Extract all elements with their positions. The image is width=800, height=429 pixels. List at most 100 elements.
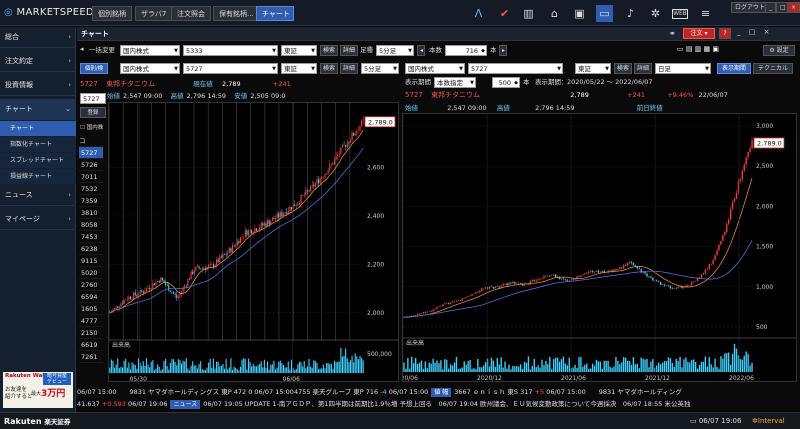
period-mode-select[interactable]: 本数指定 ▼	[434, 77, 476, 88]
tab-holdings[interactable]: 保有銘柄...	[213, 6, 260, 21]
code-list-item[interactable]: 5726	[79, 159, 103, 171]
web-icon[interactable]: WEB	[672, 9, 688, 19]
right-market-select[interactable]: 国内株式 ▼	[405, 63, 465, 74]
home-icon[interactable]: ⌂	[546, 5, 563, 22]
flag-icon[interactable]: ✔	[496, 5, 513, 22]
left-market-select[interactable]: 国内株式 ▼	[120, 63, 180, 74]
news-ticker[interactable]: 41.637 +0.593 06/07 19:06 ニュース 06/07 19:05…	[77, 398, 800, 410]
logout-button[interactable]: ログアウト	[731, 2, 770, 13]
candle-body	[281, 212, 283, 216]
right-foot-select[interactable]: 日足 ▼	[655, 63, 711, 74]
sidebar-item-investment-info[interactable]: 投資情報 ›	[0, 75, 76, 96]
code-list-item[interactable]: 3810	[79, 207, 103, 219]
register-button[interactable]: 登録	[80, 107, 106, 118]
volume-bar	[455, 356, 458, 372]
window-controls[interactable]: _ □ ×	[737, 28, 772, 36]
left-foot-select[interactable]: 5分足 ▼	[361, 63, 399, 74]
code-list-item[interactable]: 2150	[79, 327, 103, 339]
volume-bar	[551, 369, 553, 372]
candle-body	[324, 173, 326, 178]
pulse-icon[interactable]: ᐱ	[470, 5, 487, 22]
exchange-select[interactable]: 東証 ▼	[281, 45, 317, 56]
right-search-button[interactable]: 検索	[614, 63, 632, 74]
foot-select[interactable]: 5分足 ▼	[376, 45, 414, 56]
tab-order-inquiry[interactable]: 注文照会	[171, 6, 211, 21]
help-button[interactable]: ?	[719, 28, 731, 39]
right-count-input[interactable]: 500 ◆	[492, 77, 520, 88]
menu-icon[interactable]: ≡	[697, 5, 714, 22]
tab-zaraba[interactable]: ザラバ7	[135, 6, 173, 21]
close-button[interactable]: ×	[787, 2, 800, 13]
tab-individual-search[interactable]: 個別/検	[80, 63, 108, 74]
code-list-item[interactable]: 4777	[79, 315, 103, 327]
volume-bar	[562, 356, 565, 372]
order-button[interactable]: 注文 ▾	[683, 28, 715, 39]
right-code-select[interactable]: 5727 ▼	[468, 63, 563, 74]
code-list-item[interactable]: 6238	[79, 243, 103, 255]
right-exchange-select[interactable]: 東証 ▼	[575, 63, 611, 74]
layout-toggle-icons[interactable]: ▭ ▤ ▥ ▦ ▣	[677, 45, 719, 53]
settings-button[interactable]: ⚙ 設定	[763, 45, 795, 56]
left-detail-button[interactable]: 詳細	[340, 63, 358, 74]
code-input[interactable]: 5727	[80, 93, 106, 104]
prev-button[interactable]: ◂	[417, 45, 425, 56]
code-list-item[interactable]: 7453	[79, 231, 103, 243]
tab-chart[interactable]: チャート	[256, 6, 294, 21]
y-tick-label: 3,000	[756, 123, 773, 130]
volume-bar	[329, 364, 331, 373]
sidebar-item-orders[interactable]: 注文約定 ›	[0, 51, 76, 72]
sidebar-subitem-chart[interactable]: チャート	[0, 121, 76, 136]
code-list-item[interactable]: 6619	[79, 339, 103, 351]
left-chart-panel[interactable]: 2,600 2,400 2,200 2,000 出来高 500,000 05/30 06/06…	[108, 102, 399, 382]
sidebar-item-news[interactable]: ニュース ›	[0, 185, 76, 206]
chart-icon[interactable]: ▥	[520, 5, 537, 22]
code-list-item[interactable]: 6594	[79, 291, 103, 303]
sidebar-subitem-spread-chart[interactable]: スプレッドチャート	[0, 153, 76, 168]
sidebar-item-mypage[interactable]: マイページ ›	[0, 209, 76, 230]
domestic-checkbox[interactable]: ☐ 国内株	[80, 123, 106, 133]
left-code-select[interactable]: 5727 ▼	[183, 63, 278, 74]
code-list-item[interactable]: 7359	[79, 195, 103, 207]
code-select[interactable]: 5333 ▼	[183, 45, 278, 56]
sidebar-item-overview[interactable]: 総合 ›	[0, 27, 76, 48]
code-list-item[interactable]: 7261	[79, 351, 103, 363]
market-select[interactable]: 国内株式 ▼	[120, 45, 180, 56]
right-price-chart[interactable]: 3,000 2,500 2,000 1,500 1,000 500 出来高 2020/06 20…	[403, 114, 797, 382]
count-input[interactable]: 716 ◆	[445, 45, 487, 56]
tab-individual-stock[interactable]: 個別銘柄	[92, 6, 132, 21]
left-exchange-select[interactable]: 東証 ▼	[281, 63, 317, 74]
search-button[interactable]: 検索	[320, 45, 338, 56]
volume-bar	[310, 366, 312, 373]
back-arrow-icon[interactable]: ◂	[80, 45, 84, 53]
code-list-item[interactable]: 8058	[79, 219, 103, 231]
wallet-ad-banner[interactable]: Rakuten Wallet 暗号資産 デビュー お友達を 紹介すると 最大 3万円	[3, 372, 73, 408]
code-list-item[interactable]: 2760	[79, 279, 103, 291]
code-list-item[interactable]: 7011	[79, 171, 103, 183]
interval-indicator[interactable]: ✲Interval	[752, 417, 785, 425]
left-price-chart[interactable]: 2,600 2,400 2,200 2,000 出来高 500,000 05/30 06/06…	[109, 103, 399, 382]
code-list-item[interactable]: 5020	[79, 267, 103, 279]
code-list-item[interactable]: 7532	[79, 183, 103, 195]
code-list-item[interactable]: 1605	[79, 303, 103, 315]
minimize-button[interactable]: _	[765, 2, 776, 13]
candle-body	[533, 280, 535, 282]
code-list-item[interactable]: 9115	[79, 255, 103, 267]
next-button[interactable]: ▸	[499, 45, 507, 56]
code-list-item[interactable]: 5727	[79, 147, 103, 159]
display-period-button[interactable]: 表示期間	[717, 63, 751, 74]
gear-icon[interactable]: ✲	[647, 5, 664, 22]
technical-button[interactable]: テクニカル	[753, 63, 793, 74]
order-panel-icon[interactable]: ▭	[596, 5, 613, 22]
left-search-button[interactable]: 検索	[320, 63, 338, 74]
link-icon[interactable]: ⚭	[669, 29, 676, 38]
window-icon[interactable]: ▣	[571, 5, 588, 22]
bell-icon[interactable]: ♪	[622, 5, 639, 22]
price-ticker[interactable]: 06/07 15:00 9831 ヤマダホールディングス 東P 472 0 06…	[77, 386, 800, 398]
right-chart-panel[interactable]: 3,000 2,500 2,000 1,500 1,000 500 出来高 2020/06 20…	[402, 113, 797, 382]
sidebar-subitem-index-chart[interactable]: 指数化チャート	[0, 137, 76, 152]
detail-button[interactable]: 詳細	[340, 45, 358, 56]
right-detail-button[interactable]: 詳細	[634, 63, 652, 74]
sidebar-subitem-pl-chart[interactable]: 損益線チャート	[0, 169, 76, 184]
candle-body	[330, 163, 332, 165]
sidebar-item-chart[interactable]: チャート ⌄	[0, 99, 76, 120]
